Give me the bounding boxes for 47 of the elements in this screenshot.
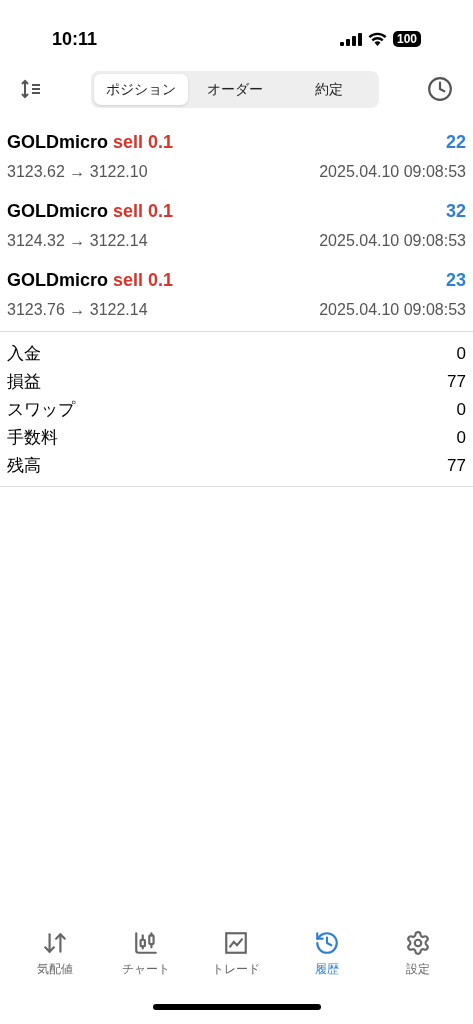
arrows-up-down-icon: [42, 930, 69, 956]
battery-indicator: 100: [392, 31, 421, 47]
summary-value: 0: [456, 343, 466, 366]
summary-label: スワップ: [7, 399, 75, 422]
trade-prices: 3123.62 → 3122.10: [7, 162, 148, 182]
trade-volume: 0.1: [148, 131, 174, 154]
trade-prices: 3123.76 → 3122.14: [7, 300, 148, 320]
trade-volume: 0.1: [148, 269, 174, 292]
symbol-name: GOLDmicro: [7, 269, 108, 292]
summary-label: 手数料: [7, 427, 58, 450]
summary-label: 入金: [7, 343, 41, 366]
status-time: 10:11: [52, 27, 98, 51]
trade-side: sell: [113, 200, 144, 223]
line-chart-icon: [223, 930, 250, 956]
summary-value: 0: [456, 399, 466, 422]
candlestick-icon: [132, 930, 159, 956]
trade-time: 2025.04.10 09:08:53: [319, 231, 466, 251]
nav-tab[interactable]: 気配値: [20, 930, 91, 990]
trade-profit: 22: [445, 131, 466, 154]
trade-prices: 3124.32 → 3122.14: [7, 231, 148, 251]
history-icon: [314, 930, 341, 956]
segment-tab[interactable]: 約定: [281, 73, 376, 105]
summary-value: 77: [447, 455, 466, 478]
segment-tab[interactable]: ポジション: [93, 73, 188, 105]
nav-tab[interactable]: 履歴: [292, 930, 363, 990]
trade-profit: 32: [445, 200, 466, 223]
clock-icon[interactable]: [427, 76, 453, 102]
summary-label: 損益: [7, 371, 41, 394]
symbol-name: GOLDmicro: [7, 200, 108, 223]
trade-volume: 0.1: [148, 200, 174, 223]
segment-tab[interactable]: オーダー: [187, 73, 282, 105]
nav-tab[interactable]: 設定: [382, 930, 453, 990]
summary-value: 0: [456, 427, 466, 450]
trade-side: sell: [113, 269, 144, 292]
nav-tab[interactable]: トレード: [201, 930, 272, 990]
signal-icon: [339, 32, 362, 46]
trade-profit: 23: [445, 269, 466, 292]
nav-tab[interactable]: チャート: [110, 930, 181, 990]
symbol-name: GOLDmicro: [7, 131, 108, 154]
wifi-icon: [367, 32, 387, 46]
trade-side: sell: [113, 131, 144, 154]
summary-value: 77: [447, 371, 466, 394]
settings-icon: [404, 930, 431, 956]
trade-time: 2025.04.10 09:08:53: [319, 300, 466, 320]
sort-icon[interactable]: [20, 79, 42, 99]
summary-label: 残高: [7, 455, 41, 478]
trade-time: 2025.04.10 09:08:53: [319, 162, 466, 182]
